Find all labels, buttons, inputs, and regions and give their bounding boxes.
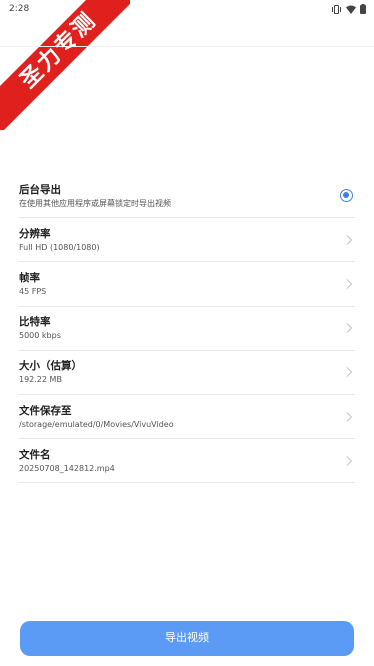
chevron-right-icon [346, 323, 353, 334]
size-value: 192.22 MB [19, 375, 62, 385]
save-location-value: /storage/emulated/0/Movies/VivuVideo [19, 419, 174, 429]
chevron-right-icon [346, 455, 353, 466]
export-settings-list: 后台导出 在使用其他应用程序或屏幕锁定时导出视频 分辨率 Full HD (10… [19, 174, 355, 484]
file-name-row[interactable]: 文件名 20250708_142812.mp4 [19, 439, 355, 484]
save-location-row[interactable]: 文件保存至 /storage/emulated/0/Movies/VivuVid… [19, 395, 355, 440]
status-time: 2:28 [9, 4, 30, 14]
test-ribbon: 圣力专测 [0, 0, 130, 130]
background-export-row[interactable]: 后台导出 在使用其他应用程序或屏幕锁定时导出视频 [19, 174, 355, 219]
background-export-title: 后台导出 [19, 183, 61, 196]
vibrate-icon [331, 4, 342, 14]
bit-rate-title: 比特率 [19, 316, 51, 329]
size-title: 大小（估算） [19, 360, 82, 373]
resolution-row[interactable]: 分辨率 Full HD (1080/1080) [19, 218, 355, 263]
file-name-title: 文件名 [19, 448, 51, 461]
wifi-icon [346, 5, 356, 14]
export-settings-screen: 2:28 圣力专测 后台导出 在使用其他应用程序或屏幕锁定时导出视频 分辨率 F… [0, 0, 374, 666]
save-location-title: 文件保存至 [19, 404, 72, 417]
resolution-title: 分辨率 [19, 227, 51, 240]
chevron-right-icon [346, 234, 353, 245]
frame-rate-row[interactable]: 帧率 45 FPS [19, 262, 355, 307]
header-divider [0, 46, 374, 47]
resolution-value: Full HD (1080/1080) [19, 242, 100, 252]
size-row[interactable]: 大小（估算） 192.22 MB [19, 351, 355, 395]
chevron-right-icon [346, 279, 353, 289]
bit-rate-value: 5000 kbps [19, 331, 61, 341]
background-export-subtitle: 在使用其他应用程序或屏幕锁定时导出视频 [19, 198, 171, 208]
frame-rate-title: 帧率 [19, 271, 40, 284]
file-name-value: 20250708_142812.mp4 [19, 463, 115, 473]
chevron-right-icon [346, 411, 353, 422]
export-video-button[interactable]: 导出视频 [20, 621, 354, 656]
bit-rate-row[interactable]: 比特率 5000 kbps [19, 307, 355, 351]
battery-icon [360, 4, 366, 14]
background-export-radio[interactable] [340, 188, 353, 202]
ribbon-label: 圣力专测 [0, 0, 130, 130]
frame-rate-value: 45 FPS [19, 286, 47, 296]
chevron-right-icon [346, 367, 353, 378]
status-bar: 2:28 [0, 0, 374, 18]
